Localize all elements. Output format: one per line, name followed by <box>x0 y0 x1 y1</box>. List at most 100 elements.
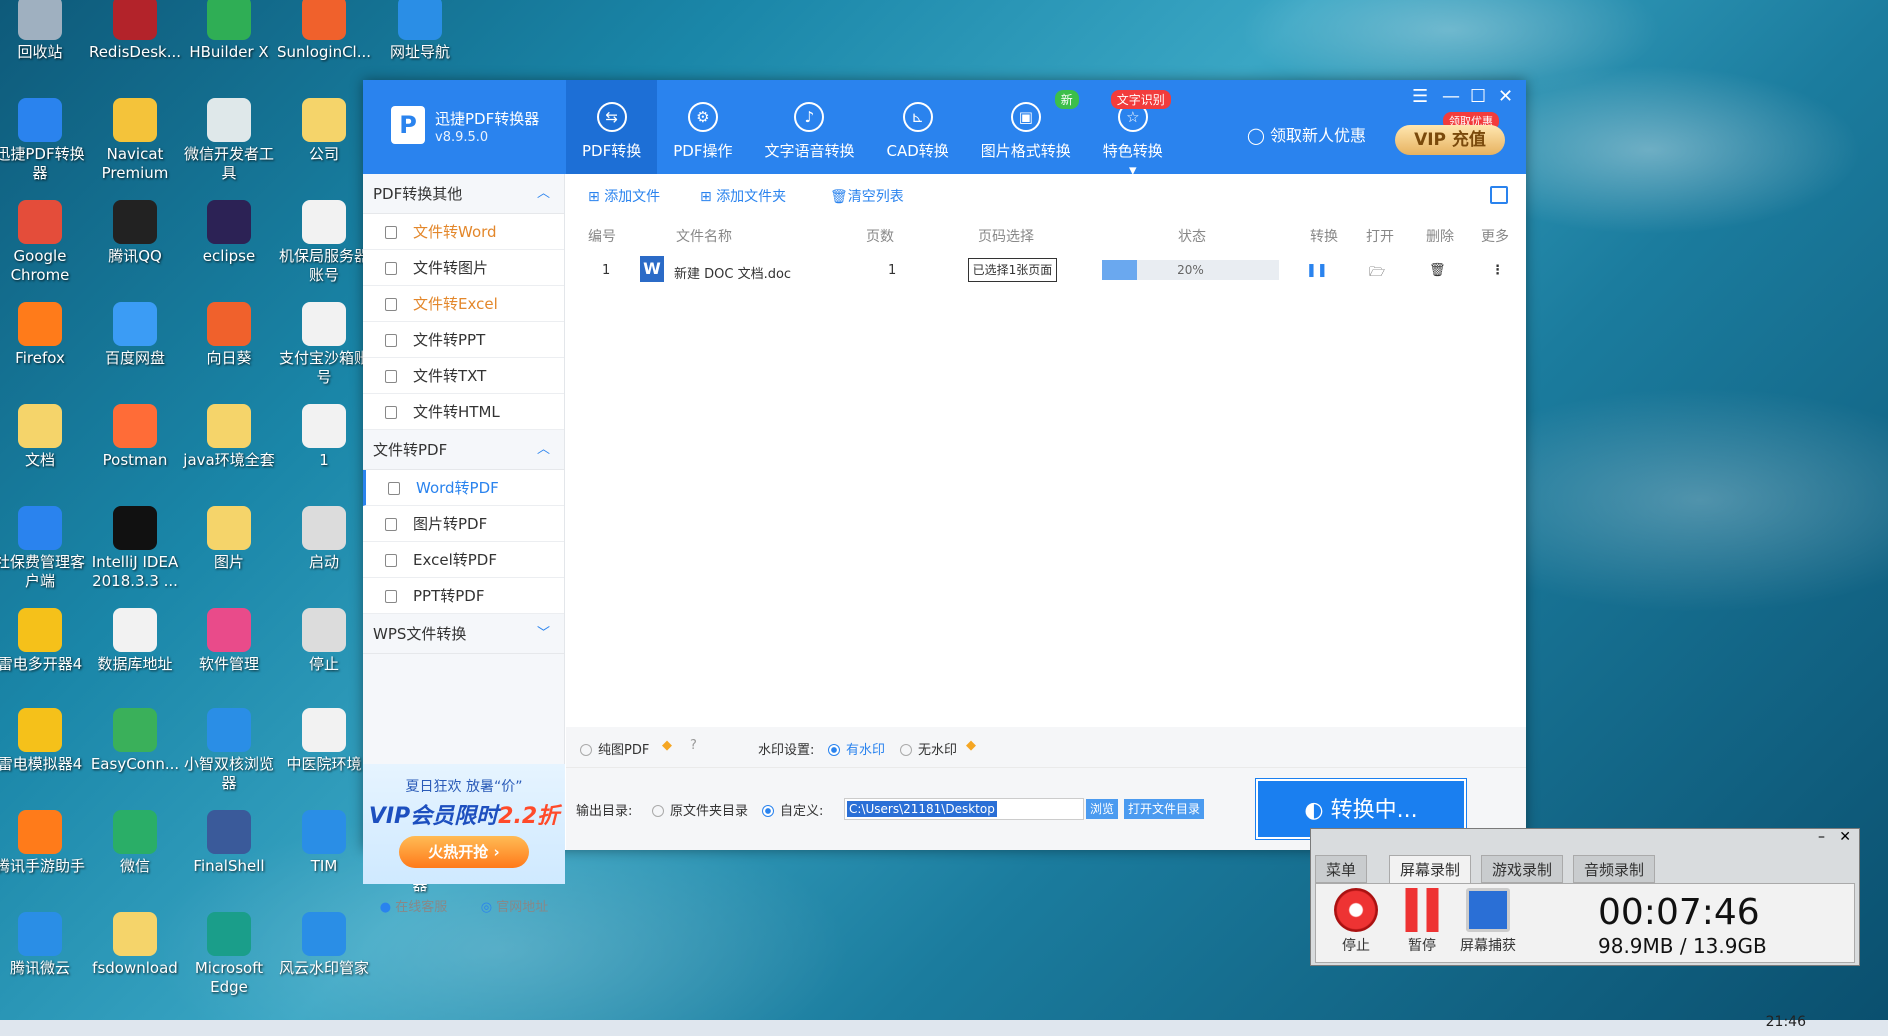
pause-icon[interactable]: ❚❚ <box>1306 263 1328 278</box>
grid-view-icon[interactable] <box>1490 186 1508 204</box>
desktop-icon[interactable]: SunloginCl... <box>277 0 371 62</box>
nav-tab[interactable]: ⇆ PDF转换 <box>566 80 658 174</box>
delete-icon[interactable]: 🗑 <box>1429 263 1446 278</box>
sidebar-section-header[interactable]: WPS文件转换 ﹀ <box>363 614 564 654</box>
minimize-icon[interactable]: – <box>1818 829 1825 845</box>
sidebar-section-header[interactable]: PDF转换其他 ︿ <box>363 174 564 214</box>
recorder-tab[interactable]: 屏幕录制 <box>1389 855 1472 883</box>
desktop-icon[interactable]: TIM <box>277 810 371 876</box>
desktop-icon[interactable]: 雷电模拟器4 <box>0 708 87 774</box>
nav-tab[interactable]: ♪ 文字语音转换 <box>748 80 870 174</box>
add-folder-button[interactable]: ⊞ 添加文件夹 <box>700 186 786 206</box>
desktop-icon[interactable]: 微信 <box>88 810 182 876</box>
vip-promo-banner[interactable]: 夏日狂欢 放暑“价” VIP会员限时2.2折 火热开抢 › <box>363 764 565 884</box>
more-icon[interactable]: ⋮ <box>1491 263 1504 278</box>
desktop-icon[interactable]: 腾讯微云 <box>0 912 87 978</box>
desktop-icon[interactable]: 向日葵 <box>182 302 276 368</box>
desktop-icon[interactable]: 小智双核浏览器 <box>182 708 276 793</box>
desktop-icon[interactable]: java环境全套 <box>182 404 276 470</box>
nav-tab[interactable]: ▣ 图片格式转换 新 <box>965 80 1087 174</box>
sidebar-item[interactable]: 图片转PDF <box>363 506 564 542</box>
desktop-icon[interactable]: Microsoft Edge <box>182 912 276 997</box>
desktop-icon[interactable]: Google Chrome <box>0 200 87 285</box>
desktop-icon[interactable]: Navicat Premium <box>88 98 182 183</box>
sidebar-item[interactable]: 文件转TXT <box>363 358 564 394</box>
with-watermark-option[interactable]: 有水印 <box>828 739 885 758</box>
browse-button[interactable]: 浏览 <box>1086 799 1119 819</box>
desktop-icon[interactable]: 腾讯QQ <box>88 200 182 266</box>
output-path-input[interactable]: C:\Users\21181\Desktop <box>844 798 1084 820</box>
maximize-icon[interactable]: ☐ <box>1470 86 1486 107</box>
desktop-icon[interactable]: IntelliJ IDEA 2018.3.3 ... <box>88 506 182 591</box>
minimize-icon[interactable]: — <box>1442 86 1460 107</box>
desktop-icon[interactable]: 文档 <box>0 404 87 470</box>
close-icon[interactable]: ✕ <box>1498 86 1513 107</box>
desktop-icon[interactable]: 网址导航 <box>373 0 467 62</box>
nav-tab[interactable]: ☆ 特色转换 ▾ 文字识别 <box>1087 80 1179 179</box>
pause-button[interactable]: 暂停 <box>1392 888 1452 955</box>
new-user-promo-link[interactable]: ◯ 领取新人优惠 <box>1247 122 1366 146</box>
sidebar-item[interactable]: 文件转PPT <box>363 322 564 358</box>
nav-tab[interactable]: ⊾ CAD转换 <box>870 80 964 174</box>
recorder-tab[interactable]: 菜单 <box>1315 855 1368 883</box>
sidebar-item[interactable]: 文件转Word <box>363 214 564 250</box>
sidebar-item[interactable]: Excel转PDF <box>363 542 564 578</box>
sidebar-section-header[interactable]: 文件转PDF ︿ <box>363 430 564 470</box>
with-watermark-radio[interactable] <box>828 744 840 756</box>
desktop-icon[interactable]: 软件管理 <box>182 608 276 674</box>
close-icon[interactable]: ✕ <box>1839 829 1851 845</box>
website-link[interactable]: ◎ 官网地址 <box>481 896 549 915</box>
desktop-icon[interactable]: 数据库地址 <box>88 608 182 674</box>
add-file-button[interactable]: ⊞ 添加文件 <box>588 186 660 206</box>
desktop-icon[interactable]: fsdownload <box>88 912 182 978</box>
sidebar-item[interactable]: Word转PDF <box>363 470 564 506</box>
desktop-icon[interactable]: Postman <box>88 404 182 470</box>
stop-button[interactable]: 停止 <box>1326 888 1386 955</box>
desktop-icon[interactable]: 迅捷PDF转换器 <box>0 98 87 183</box>
page-selection-button[interactable]: 已选择1张页面 <box>968 258 1057 282</box>
desktop-icon[interactable]: 风云水印管家 <box>277 912 371 978</box>
vip-recharge-button[interactable]: VIP 充值 <box>1395 125 1505 155</box>
desktop-icon[interactable]: 1 <box>277 404 371 470</box>
original-dir-option[interactable]: 原文件夹目录 <box>652 800 748 819</box>
recorder-tab[interactable]: 游戏录制 <box>1481 855 1564 883</box>
desktop-icon[interactable]: Firefox <box>0 302 87 368</box>
open-folder-icon[interactable]: 🗁 <box>1369 263 1385 285</box>
recorder-tab[interactable]: 音频录制 <box>1573 855 1656 883</box>
desktop-icon[interactable]: 停止 <box>277 608 371 674</box>
custom-dir-option[interactable]: 自定义: <box>762 800 823 819</box>
desktop-icon[interactable]: EasyConn... <box>88 708 182 774</box>
desktop-icon[interactable]: 中医院环境 <box>277 708 371 774</box>
promo-button[interactable]: 火热开抢 › <box>399 836 529 868</box>
desktop-icon[interactable]: 机保局服务器账号 <box>277 200 371 285</box>
screen-capture-button[interactable]: 屏幕捕获 <box>1458 888 1518 955</box>
desktop-icon[interactable]: eclipse <box>182 200 276 266</box>
nav-tab[interactable]: ⚙ PDF操作 <box>657 80 748 174</box>
without-watermark-radio[interactable] <box>900 744 912 756</box>
sidebar-item[interactable]: 文件转图片 <box>363 250 564 286</box>
desktop-icon[interactable]: 启动 <box>277 506 371 572</box>
desktop-icon[interactable]: 百度网盘 <box>88 302 182 368</box>
original-dir-radio[interactable] <box>652 805 664 817</box>
desktop-icon[interactable]: HBuilder X <box>182 0 276 62</box>
desktop-icon[interactable]: 回收站 <box>0 0 87 62</box>
help-icon[interactable]: ? <box>690 738 697 753</box>
desktop-icon[interactable]: 图片 <box>182 506 276 572</box>
desktop-icon[interactable]: 支付宝沙箱账号 <box>277 302 371 387</box>
desktop-icon[interactable]: 腾讯手游助手 <box>0 810 87 876</box>
desktop-icon[interactable]: FinalShell <box>182 810 276 876</box>
desktop-icon[interactable]: 雷电多开器4 <box>0 608 87 674</box>
desktop-icon[interactable]: 微信开发者工具 <box>182 98 276 183</box>
sidebar-item[interactable]: PPT转PDF <box>363 578 564 614</box>
clear-list-button[interactable]: 🗑清空列表 <box>830 186 904 206</box>
desktop-icon[interactable]: 公司 <box>277 98 371 164</box>
open-dir-button[interactable]: 打开文件目录 <box>1124 799 1205 819</box>
pure-image-pdf-option[interactable]: 纯图PDF <box>580 739 649 758</box>
menu-icon[interactable]: ☰ <box>1412 86 1428 107</box>
online-service-link[interactable]: ● 在线客服 <box>380 896 448 915</box>
sidebar-item[interactable]: 文件转Excel <box>363 286 564 322</box>
desktop-icon[interactable]: RedisDesk... <box>88 0 182 62</box>
desktop-icon[interactable]: 社保费管理客户端 <box>0 506 87 591</box>
pure-image-pdf-checkbox[interactable] <box>580 744 592 756</box>
without-watermark-option[interactable]: 无水印 <box>900 739 957 758</box>
